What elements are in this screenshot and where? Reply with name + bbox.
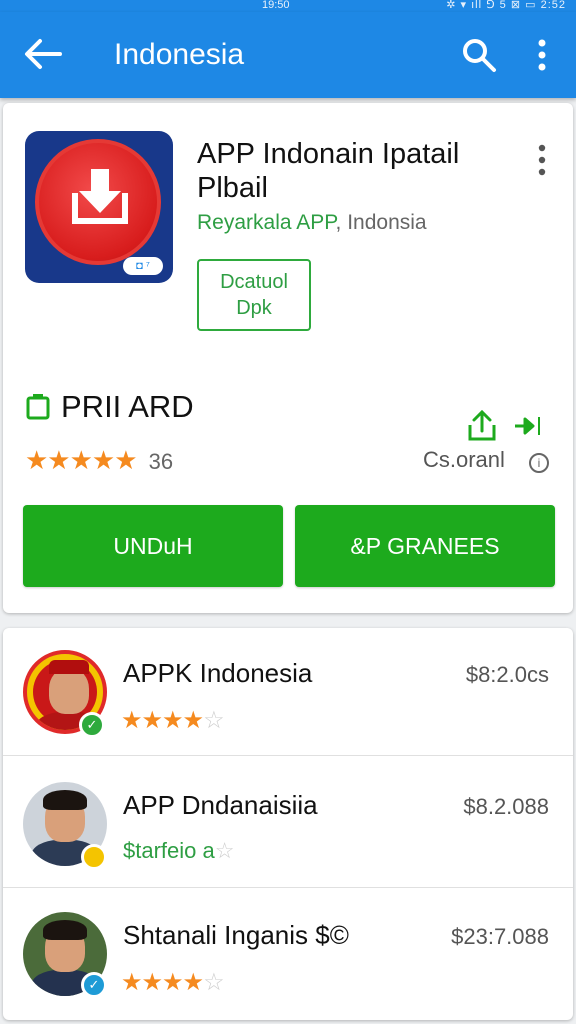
badge-icon: [81, 844, 107, 870]
developer-sep: ,: [335, 211, 342, 234]
secondary-action-button[interactable]: &P GRANEES: [295, 505, 555, 587]
status-bar: 19:50 ✲ ▾ ıll ⅁ 5 ⊠ ▭ 2:52: [0, 0, 576, 12]
badge-label-2: Dpk: [236, 297, 272, 319]
install-button[interactable]: UNDuH: [23, 505, 283, 587]
card-more-icon[interactable]: [533, 143, 551, 177]
more-vert-icon[interactable]: [530, 38, 554, 72]
app-title: APP Indonain Ipatail Plbail: [197, 138, 460, 204]
item-name: APPK Indonesia: [123, 658, 313, 688]
rating-count: 36: [148, 449, 174, 474]
battery-icon: [26, 394, 50, 420]
info-icon[interactable]: i: [529, 453, 549, 473]
app-bar: Indonesia: [0, 12, 576, 98]
related-apps-list: ✓ APPK Indonesia ★★★★☆ $8:2.0cs APP Dnda…: [3, 628, 573, 1020]
category-badge-button[interactable]: Dcatuol Dpk: [197, 259, 311, 331]
list-item[interactable]: ✓ APPK Indonesia ★★★★☆ $8:2.0cs: [3, 628, 573, 756]
list-item[interactable]: ✓ Shtanali Inganis $© ★★★★☆ $23:7.088: [3, 890, 573, 1020]
search-icon[interactable]: [460, 36, 498, 74]
item-rating-stars: ★★★★☆: [121, 969, 225, 996]
item-name: Shtanali Inganis $©: [123, 920, 349, 950]
item-price: $23:7.088: [451, 924, 549, 949]
item-price: $8.2.088: [463, 794, 549, 819]
page-title: Indonesia: [114, 38, 245, 71]
rating-stars: ★★★★★: [25, 445, 138, 475]
share-icon[interactable]: [465, 409, 499, 443]
app-detail-card: ◘ ⁷ APP Indonain Ipatail Plbail Reyarkal…: [3, 103, 573, 613]
developer-name[interactable]: Reyarkala APP: [197, 211, 336, 234]
developer-region: Indonsia: [347, 211, 427, 234]
rating-row: ★★★★★ 36: [25, 445, 173, 476]
wishlist-icon[interactable]: [513, 415, 543, 437]
app-icon: ◘ ⁷: [25, 131, 173, 283]
item-subtitle: $tarfeio a☆: [123, 838, 235, 863]
verified-icon: ✓: [81, 972, 107, 998]
app-icon-tag: ◘ ⁷: [123, 257, 163, 275]
status-time: 19:50: [262, 0, 290, 11]
app-developer[interactable]: Reyarkala APP, Indonsia: [197, 211, 427, 235]
item-price: $8:2.0cs: [465, 662, 549, 687]
arrow-left-icon[interactable]: [22, 36, 64, 72]
download-label: Cs.oranl: [423, 447, 505, 472]
badge-label-1: Dcatuol: [220, 271, 288, 293]
price-label: PRII ARD: [61, 389, 194, 424]
verified-icon: ✓: [79, 712, 105, 738]
item-name: APP Dndanaisiia: [123, 790, 318, 820]
item-rating-stars: ★★★★☆: [121, 707, 225, 734]
status-icons: ✲ ▾ ıll ⅁ 5 ⊠ ▭ 2:52: [446, 0, 566, 11]
download-icon: [72, 169, 128, 224]
list-item[interactable]: APP Dndanaisiia $tarfeio a☆ $8.2.088: [3, 760, 573, 888]
